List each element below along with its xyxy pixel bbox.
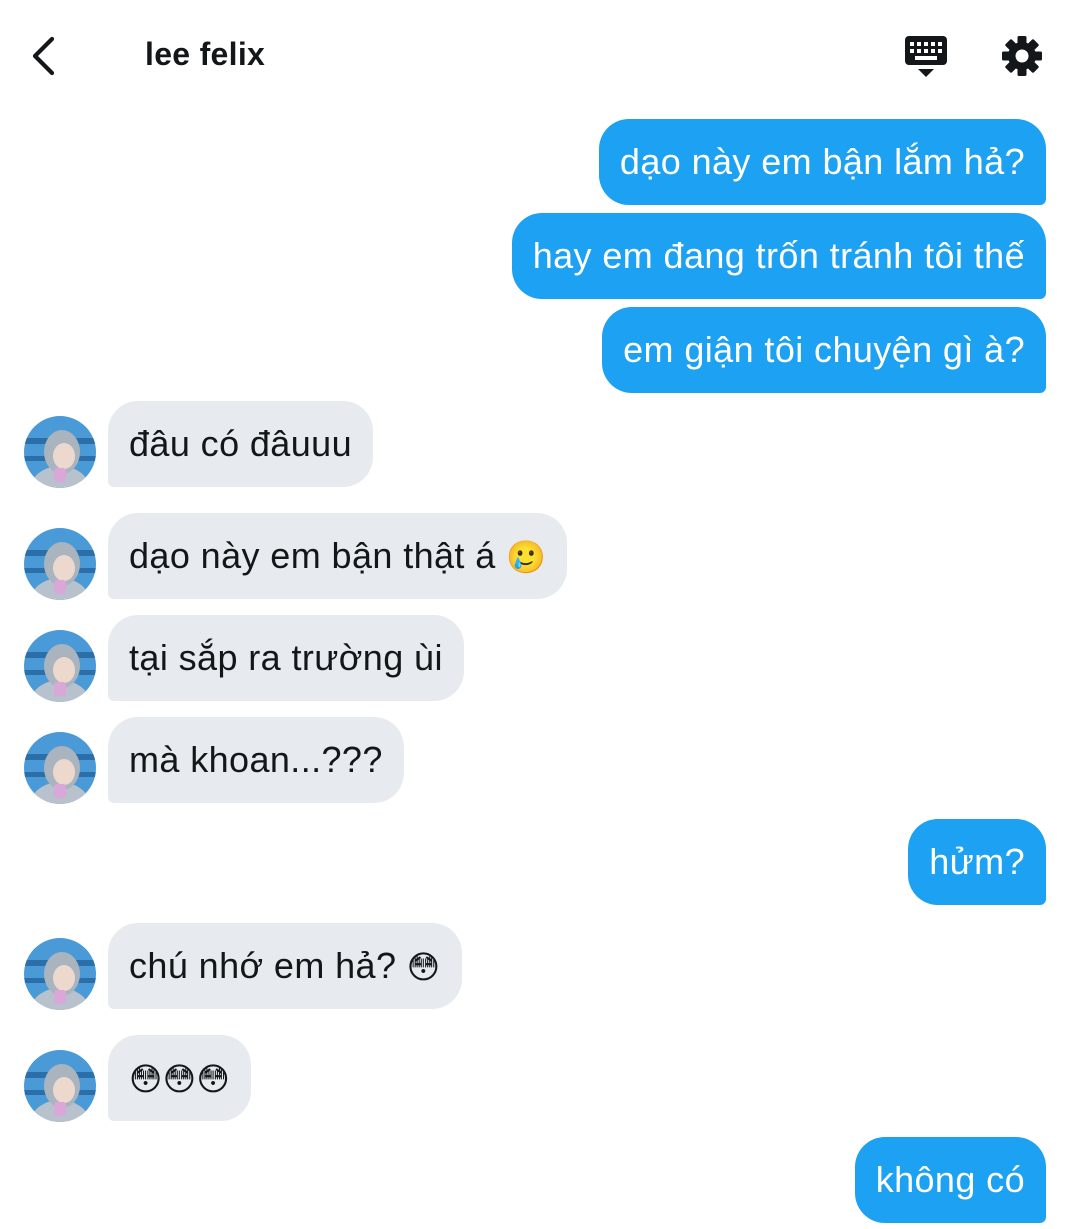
message-text: không có	[875, 1159, 1025, 1200]
incoming-message[interactable]: tại sắp ra trường ùi	[108, 615, 464, 701]
avatar[interactable]	[24, 732, 96, 804]
outgoing-message[interactable]: dạo này em bận lắm hả?	[598, 119, 1046, 205]
message-text: dạo này em bận thật á	[129, 535, 496, 576]
message-text: hửm?	[929, 841, 1025, 882]
incoming-message[interactable]: chú nhớ em hả? 😳	[108, 923, 462, 1009]
message-text: dạo này em bận lắm hả?	[619, 141, 1025, 182]
keyboard-icon	[905, 36, 947, 77]
incoming-message[interactable]: đâu có đâuuu	[108, 401, 373, 487]
message-text: hay em đang trốn tránh tôi thế	[532, 235, 1025, 276]
settings-button[interactable]	[1000, 34, 1044, 78]
chat-header: lee felix	[0, 0, 1070, 110]
emoji: 🥲	[506, 538, 547, 576]
message-text: tại sắp ra trường ùi	[129, 637, 443, 678]
avatar[interactable]	[24, 1050, 96, 1122]
back-button[interactable]	[26, 34, 66, 78]
incoming-message[interactable]: 😳😳😳	[108, 1035, 252, 1121]
emoji: 😳😳😳	[129, 1060, 231, 1098]
message-text: chú nhớ em hả?	[129, 945, 397, 986]
chevron-left-icon	[32, 36, 55, 76]
emoji: 😳	[406, 948, 441, 986]
avatar[interactable]	[24, 416, 96, 488]
gear-icon	[1002, 36, 1042, 76]
outgoing-message[interactable]: em giận tôi chuyện gì à?	[602, 307, 1046, 393]
incoming-message[interactable]: dạo này em bận thật á 🥲	[108, 513, 568, 599]
incoming-message[interactable]: mà khoan...???	[108, 717, 404, 803]
avatar[interactable]	[24, 528, 96, 600]
keyboard-button[interactable]	[903, 34, 949, 80]
avatar[interactable]	[24, 938, 96, 1010]
message-text: mà khoan...???	[129, 739, 383, 780]
contact-name[interactable]: lee felix	[145, 36, 265, 73]
message-text: em giận tôi chuyện gì à?	[623, 329, 1025, 370]
message-text: đâu có đâuuu	[129, 423, 352, 464]
outgoing-message[interactable]: hửm?	[908, 819, 1046, 905]
avatar[interactable]	[24, 630, 96, 702]
outgoing-message[interactable]: không có	[854, 1137, 1046, 1223]
outgoing-message[interactable]: hay em đang trốn tránh tôi thế	[511, 213, 1046, 299]
